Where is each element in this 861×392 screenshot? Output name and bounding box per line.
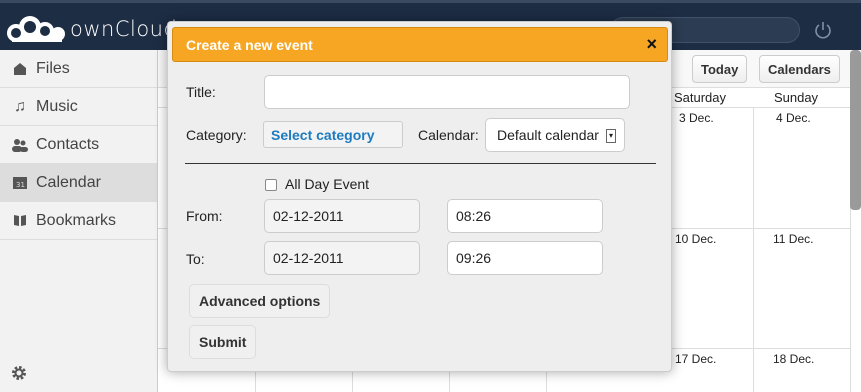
from-date-input[interactable]: 02-12-2011 [264,199,420,233]
category-select[interactable]: Select category [263,121,403,148]
calendar-select-value: Default calendar [497,127,599,143]
power-icon[interactable] [813,20,833,40]
from-time-input[interactable]: 08:26 [447,199,603,233]
close-icon[interactable]: × [646,34,657,55]
date-cell[interactable]: 10 Dec. [675,232,716,246]
title-label: Title: [186,84,216,100]
sidebar-item-label: Files [36,59,70,77]
sidebar-item-contacts[interactable]: Contacts [0,126,157,164]
today-button[interactable]: Today [692,55,748,83]
date-cell[interactable]: 3 Dec. [679,111,714,125]
owncloud-logo[interactable]: ownCloud [4,12,177,46]
sidebar: Files ♫ Music Contacts 31 Calendar Bookm… [0,50,158,392]
people-icon [12,137,28,153]
all-day-checkbox[interactable] [265,179,277,191]
dropdown-arrow-icon: ▾ [606,129,616,143]
calendar-icon: 31 [12,175,28,191]
sidebar-item-calendar[interactable]: 31 Calendar [0,164,157,202]
sidebar-item-label: Contacts [36,135,100,153]
to-time-input[interactable]: 09:26 [447,241,603,275]
date-cell[interactable]: 11 Dec. [773,232,813,246]
date-cell[interactable]: 17 Dec. [675,352,716,366]
calendar-label: Calendar: [418,127,479,143]
advanced-options-button[interactable]: Advanced options [189,284,331,318]
sidebar-item-bookmarks[interactable]: Bookmarks [0,202,157,240]
calendars-button[interactable]: Calendars [759,55,840,83]
sidebar-item-music[interactable]: ♫ Music [0,88,157,126]
dialog-titlebar: Create a new event × [172,27,668,62]
cloud-logo-icon [7,16,65,42]
title-input[interactable] [264,75,630,109]
to-date-input[interactable]: 02-12-2011 [264,241,420,275]
svg-text:31: 31 [16,181,25,189]
app-name: ownCloud [70,17,178,41]
book-icon [12,213,28,229]
submit-button[interactable]: Submit [189,325,257,359]
date-cell[interactable]: 18 Dec. [773,352,814,366]
from-label: From: [186,208,223,224]
new-event-dialog: Create a new event × Title: Category: Se… [167,21,672,372]
sidebar-item-label: Music [36,97,78,115]
sidebar-item-label: Bookmarks [36,211,117,229]
scrollbar[interactable] [850,50,861,210]
divider [185,163,656,164]
folder-icon [12,61,28,77]
category-label: Category: [186,127,247,143]
gear-icon[interactable] [10,364,28,382]
sidebar-item-files[interactable]: Files [0,50,157,88]
sidebar-item-label: Calendar [36,173,101,191]
music-note-icon: ♫ [14,97,26,115]
to-label: To: [186,251,205,267]
dialog-title: Create a new event [186,36,313,53]
calendar-select[interactable]: Default calendar ▾ [485,118,625,152]
all-day-label: All Day Event [285,176,370,192]
day-header-sunday: Sunday [773,90,819,105]
date-cell[interactable]: 4 Dec. [776,111,811,125]
